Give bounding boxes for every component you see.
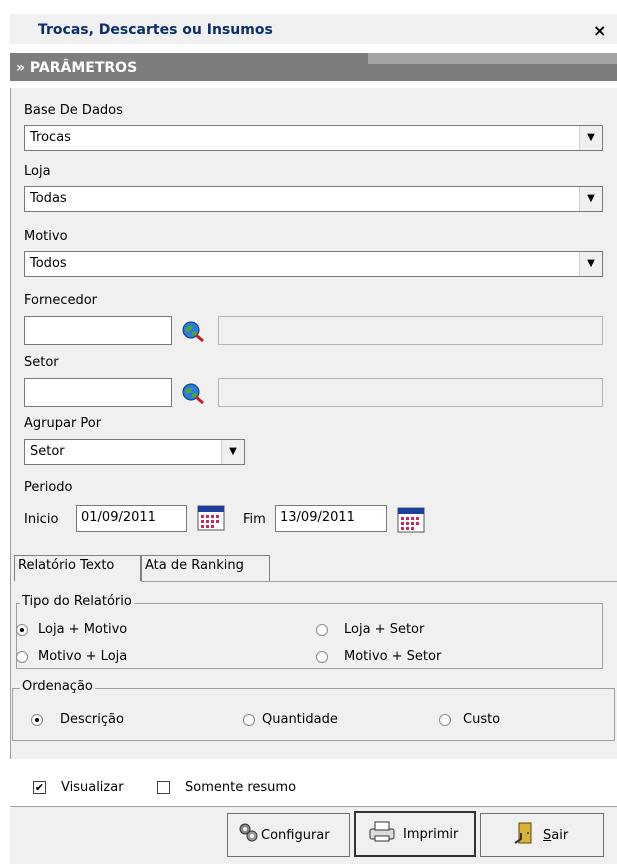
radio-loja-motivo[interactable] [16, 624, 28, 636]
tab-divider [141, 581, 617, 582]
calendar-icon[interactable] [197, 505, 225, 531]
option-loja-motivo-label: Loja + Motivo [38, 622, 128, 637]
motivo-label: Motivo [24, 229, 68, 244]
radio-loja-setor[interactable] [316, 624, 328, 636]
chevron-down-icon[interactable]: ▼ [579, 126, 602, 150]
imprimir-button[interactable]: Imprimir [354, 811, 476, 857]
option-custo-label: Custo [463, 712, 501, 727]
printer-icon [368, 820, 396, 846]
option-descricao-label: Descrição [60, 712, 124, 727]
section-header-shade [368, 53, 617, 64]
tab-relatorio-texto[interactable]: Relatório Texto [14, 555, 141, 581]
fim-date-input[interactable]: 13/09/2011 [275, 505, 387, 532]
exit-door-icon [513, 821, 535, 849]
radio-custo[interactable] [439, 714, 451, 726]
loja-value: Todas [30, 191, 67, 206]
visualizar-checkbox[interactable]: ✔ [33, 781, 46, 794]
radio-motivo-loja[interactable] [16, 651, 28, 663]
inicio-label: Inicio [24, 512, 59, 527]
option-quantidade-label: Quantidade [262, 712, 338, 727]
fornecedor-label: Fornecedor [24, 293, 98, 308]
radio-quantidade[interactable] [243, 714, 255, 726]
setor-code-input[interactable] [24, 378, 172, 407]
motivo-select[interactable]: Todos ▼ [24, 251, 603, 277]
visualizar-label: Visualizar [61, 780, 124, 795]
window-title: Trocas, Descartes ou Insumos [38, 22, 273, 38]
sair-button[interactable]: Sair [480, 813, 604, 857]
fim-label: Fim [243, 512, 266, 527]
gear-icon [237, 821, 259, 847]
loja-label: Loja [24, 164, 51, 179]
somente-resumo-label: Somente resumo [185, 780, 297, 795]
radio-descricao[interactable] [31, 714, 43, 726]
calendar-icon[interactable] [397, 507, 425, 533]
setor-label: Setor [24, 355, 59, 370]
periodo-label: Periodo [24, 480, 73, 495]
sair-label: Sair [543, 828, 568, 843]
agrupar-value: Setor [30, 444, 65, 459]
section-title: » PARÂMETROS [16, 60, 138, 76]
chevron-down-icon[interactable]: ▼ [221, 440, 244, 464]
somente-resumo-checkbox[interactable] [157, 781, 170, 794]
option-motivo-setor-label: Motivo + Setor [344, 649, 442, 664]
ordenacao-group-label: Ordenação [20, 679, 95, 694]
inicio-date-input[interactable]: 01/09/2011 [76, 505, 187, 532]
tab-ata-de-ranking[interactable]: Ata de Ranking [141, 555, 270, 581]
chevron-down-icon[interactable]: ▼ [579, 187, 602, 211]
option-loja-setor-label: Loja + Setor [344, 622, 425, 637]
fornecedor-description-field [218, 316, 603, 345]
configurar-button[interactable]: Configurar [227, 813, 350, 857]
sair-label-rest: air [551, 828, 569, 843]
chevron-down-icon[interactable]: ▼ [579, 252, 602, 276]
search-icon[interactable] [181, 320, 205, 343]
motivo-value: Todos [30, 256, 67, 271]
imprimir-label: Imprimir [403, 827, 459, 842]
agrupar-select[interactable]: Setor ▼ [24, 439, 245, 465]
loja-select[interactable]: Todas ▼ [24, 186, 603, 212]
option-motivo-loja-label: Motivo + Loja [38, 649, 128, 664]
base-select[interactable]: Trocas ▼ [24, 125, 603, 151]
base-label: Base De Dados [24, 103, 123, 118]
setor-description-field [218, 378, 603, 407]
tipo-group-label: Tipo do Relatório [20, 594, 134, 609]
base-value: Trocas [30, 130, 71, 145]
radio-motivo-setor[interactable] [316, 651, 328, 663]
configurar-label: Configurar [261, 828, 330, 843]
search-icon[interactable] [181, 382, 205, 405]
agrupar-label: Agrupar Por [24, 416, 102, 431]
close-button[interactable]: × [593, 21, 606, 40]
fornecedor-code-input[interactable] [24, 316, 172, 345]
